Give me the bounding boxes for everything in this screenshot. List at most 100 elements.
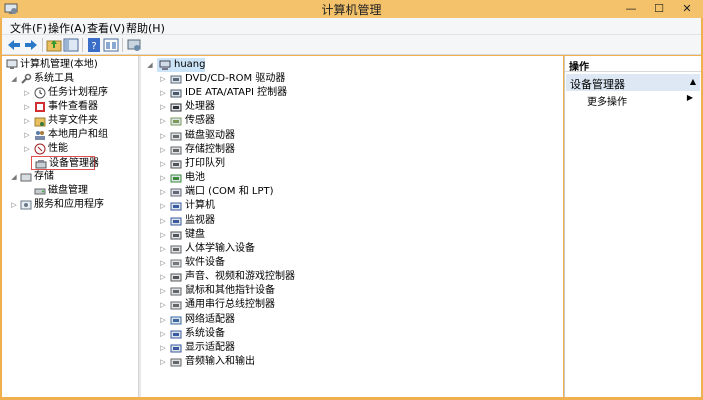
expand-arrow-icon[interactable]: ▷ [159,256,167,270]
device-category-label: 打印队列 [185,157,225,169]
device-category-label: 端口 (COM 和 LPT) [185,186,274,198]
minimize-button[interactable]: — [616,0,646,18]
tree-item-event-viewer[interactable]: ▷ 事件查看器 [2,100,138,114]
device-category-row[interactable]: ▷ 端口 (COM 和 LPT) [159,185,419,199]
actions-pane: 操作 设备管理器 ▲ 更多操作 ▶ [564,56,701,397]
device-category-row[interactable]: ▷ 网络适配器 [159,313,419,327]
expand-arrow-icon[interactable]: ▷ [23,128,31,142]
expand-arrow-icon[interactable]: ▷ [159,199,167,213]
expand-arrow-icon[interactable]: ▷ [159,114,167,128]
device-category-row[interactable]: ▷ 人体学输入设备 [159,242,419,256]
expand-arrow-icon[interactable]: ▷ [10,198,18,212]
device-category-row[interactable]: ▷ 存储控制器 [159,143,419,157]
tree-item-computer-management[interactable]: 计算机管理(本地) [2,58,138,72]
tree-item-shared-folders[interactable]: ▷ 共享文件夹 [2,114,138,128]
tree-item-device-manager[interactable]: 设备管理器 [31,156,99,170]
device-category-label: 磁盘驱动器 [185,129,235,141]
device-category-row[interactable]: ▷ 处理器 [159,100,419,114]
maximize-button[interactable]: ☐ [644,0,674,18]
expand-arrow-icon[interactable]: ▷ [23,142,31,156]
tree-item-task-scheduler[interactable]: ▷ 任务计划程序 [2,86,138,100]
device-category-row[interactable]: ▷ 电池 [159,171,419,185]
tree-item-services-applications[interactable]: ▷ 服务和应用程序 [2,198,138,212]
expand-arrow-icon[interactable]: ▷ [159,72,167,86]
up-folder-icon[interactable] [46,37,62,53]
expand-arrow-icon[interactable]: ▷ [159,157,167,171]
expand-arrow-icon[interactable]: ▷ [159,270,167,284]
device-category-label: 键盘 [185,228,205,240]
device-category-row[interactable]: ▷ 键盘 [159,228,419,242]
collapse-up-icon[interactable]: ▲ [690,77,696,86]
expand-arrow-icon[interactable]: ▷ [159,100,167,114]
device-category-row[interactable]: ▷ 音频输入和输出 [159,355,419,369]
device-tree-root[interactable]: ◢ huang [145,58,345,72]
tree-item-performance[interactable]: ▷ 性能 [2,142,138,156]
expand-arrow-icon[interactable]: ▷ [159,86,167,100]
device-category-row[interactable]: ▷ 鼠标和其他指针设备 [159,284,419,298]
properties-icon[interactable] [103,37,119,53]
more-actions-link[interactable]: 更多操作 [587,93,627,108]
expand-arrow-icon[interactable]: ▷ [159,214,167,228]
usb-icon [170,301,182,310]
expand-arrow-icon[interactable]: ▷ [159,185,167,199]
collapse-arrow-icon[interactable]: ◢ [10,170,18,184]
submenu-arrow-icon[interactable]: ▶ [687,93,693,102]
tree-item-local-users-groups[interactable]: ▷ 本地用户和组 [2,128,138,142]
device-category-row[interactable]: ▷ 声音、视频和游戏控制器 [159,270,419,284]
tree-item-disk-management[interactable]: 磁盘管理 [2,184,138,198]
device-category-row[interactable]: ▷ DVD/CD-ROM 驱动器 [159,72,419,86]
menu-file[interactable]: 文件(F) [10,20,47,36]
tree-item-label: 共享文件夹 [48,115,98,126]
expand-arrow-icon[interactable]: ▷ [159,355,167,369]
device-category-label: 通用串行总线控制器 [185,299,275,311]
menu-action[interactable]: 操作(A) [48,20,86,36]
help-icon[interactable]: ? [86,37,102,53]
device-category-label: 软件设备 [185,256,225,268]
expand-arrow-icon[interactable]: ▷ [159,341,167,355]
disk-drive-icon [170,132,182,141]
collapse-arrow-icon[interactable]: ◢ [10,72,18,86]
expand-arrow-icon[interactable]: ▷ [23,114,31,128]
device-category-row[interactable]: ▷ 显示适配器 [159,341,419,355]
device-category-row[interactable]: ▷ 监视器 [159,214,419,228]
device-category-row[interactable]: ▷ 计算机 [159,199,419,213]
expand-arrow-icon[interactable]: ▷ [159,143,167,157]
expand-arrow-icon[interactable]: ▷ [159,242,167,256]
expand-arrow-icon[interactable]: ▷ [159,327,167,341]
device-category-row[interactable]: ▷ 传感器 [159,114,419,128]
expand-arrow-icon[interactable]: ▷ [159,284,167,298]
device-category-row[interactable]: ▷ 软件设备 [159,256,419,270]
expand-arrow-icon[interactable]: ▷ [23,100,31,114]
collapse-arrow-icon[interactable]: ◢ [146,58,154,72]
tree-item-label: 服务和应用程序 [34,199,104,210]
expand-arrow-icon[interactable]: ▷ [159,313,167,327]
device-category-row[interactable]: ▷ 通用串行总线控制器 [159,298,419,312]
back-icon[interactable] [6,37,22,53]
device-category-row[interactable]: ▷ 磁盘驱动器 [159,129,419,143]
tree-item-storage[interactable]: ◢ 存储 [2,170,138,184]
device-category-row[interactable]: ▷ 打印队列 [159,157,419,171]
tree-item-system-tools[interactable]: ◢ 系统工具 [2,72,138,86]
computer-management-icon [6,59,18,69]
device-scan-icon[interactable] [126,37,142,53]
close-button[interactable]: ✕ [672,0,702,18]
actions-section-device-manager[interactable]: 设备管理器 ▲ [566,74,700,91]
device-category-row[interactable]: ▷ IDE ATA/ATAPI 控制器 [159,86,419,100]
device-category-row[interactable]: ▷ 系统设备 [159,327,419,341]
expand-arrow-icon[interactable]: ▷ [23,86,31,100]
expand-arrow-icon[interactable]: ▷ [159,298,167,312]
toolbar-separator [42,38,43,52]
device-category-label: IDE ATA/ATAPI 控制器 [185,87,288,99]
device-category-label: 网络适配器 [185,313,235,325]
expand-arrow-icon[interactable]: ▷ [159,129,167,143]
tree-item-label: 事件查看器 [48,101,98,112]
event-viewer-icon [35,102,45,112]
forward-icon[interactable] [23,37,39,53]
menu-view[interactable]: 查看(V) [87,20,125,36]
expand-arrow-icon[interactable]: ▷ [159,171,167,185]
performance-icon [34,143,46,155]
menu-help[interactable]: 帮助(H) [126,20,165,36]
show-hide-tree-icon[interactable] [63,37,79,53]
tools-icon [21,73,32,84]
expand-arrow-icon[interactable]: ▷ [159,228,167,242]
